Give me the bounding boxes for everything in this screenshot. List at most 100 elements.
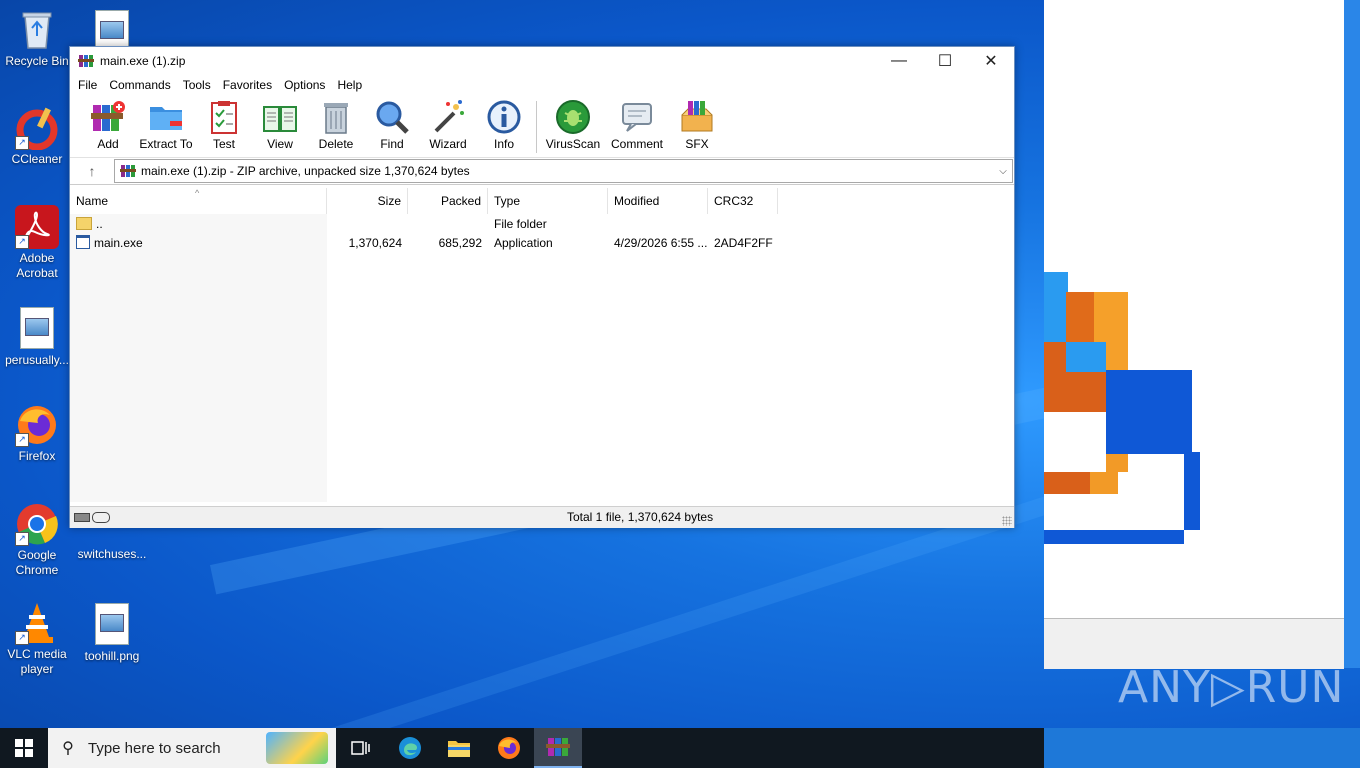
- file-name: ..: [96, 217, 103, 231]
- toolbar-label: Comment: [610, 137, 663, 151]
- view-book-icon: [262, 99, 298, 135]
- column-header-name[interactable]: Name ^: [70, 188, 327, 214]
- shortcut-arrow-icon: ↗: [15, 532, 29, 546]
- address-field[interactable]: main.exe (1).zip - ZIP archive, unpacked…: [114, 159, 1013, 183]
- sfx-button[interactable]: SFX: [669, 95, 725, 151]
- column-header-size[interactable]: Size: [327, 188, 408, 214]
- comment-icon: [619, 99, 655, 135]
- shortcut-arrow-icon: ↗: [15, 136, 29, 150]
- view-button[interactable]: View: [252, 95, 308, 151]
- desktop-icon-google-chrome[interactable]: ↗ Google Chrome: [0, 502, 74, 578]
- resize-grip[interactable]: [1002, 516, 1012, 526]
- file-list[interactable]: Name ^ Size Packed Type Modified CRC32 .…: [70, 188, 1014, 502]
- toolbar-separator: [536, 101, 537, 153]
- shortcut-arrow-icon: ↗: [15, 631, 29, 645]
- firefox-icon: [498, 737, 520, 759]
- chevron-down-icon[interactable]: ⌵: [994, 166, 1012, 177]
- toolbar-label: Extract To: [139, 137, 193, 151]
- folder-icon: [448, 741, 470, 757]
- column-header-packed[interactable]: Packed: [408, 188, 488, 214]
- maximize-button[interactable]: ☐: [922, 47, 968, 75]
- test-button[interactable]: Test: [196, 95, 252, 151]
- toolbar-label: Delete: [318, 137, 354, 151]
- taskbar-winrar[interactable]: [534, 728, 582, 768]
- taskbar-firefox[interactable]: [485, 728, 533, 768]
- column-header-crc32[interactable]: CRC32: [708, 188, 778, 214]
- toolbar: Add Extract To Test View Delete Find Wiz…: [70, 95, 1014, 158]
- extract-to-button[interactable]: Extract To: [136, 95, 196, 151]
- search-box[interactable]: ⚲ Type here to search: [48, 728, 336, 768]
- table-row[interactable]: main.exe 1,370,624 685,292 Application 4…: [70, 234, 1014, 253]
- menu-file[interactable]: File: [72, 78, 103, 92]
- info-button[interactable]: Info: [476, 95, 532, 151]
- winrar-app-icon: [78, 53, 94, 69]
- menu-commands[interactable]: Commands: [103, 78, 176, 92]
- task-view-button[interactable]: [336, 728, 384, 768]
- menu-favorites[interactable]: Favorites: [217, 78, 278, 92]
- close-button[interactable]: ✕: [968, 47, 1014, 75]
- desktop-icon-label: Adobe Acrobat: [16, 251, 58, 280]
- taskbar-file-explorer[interactable]: [435, 728, 483, 768]
- table-row[interactable]: .. File folder: [70, 215, 1014, 234]
- menu-options[interactable]: Options: [278, 78, 331, 92]
- test-clipboard-icon: [206, 99, 242, 135]
- desktop-icon-perusually[interactable]: perusually...: [0, 305, 74, 368]
- wizard-button[interactable]: Wizard: [420, 95, 476, 151]
- menu-help[interactable]: Help: [331, 78, 368, 92]
- toolbar-label: Wizard: [429, 137, 467, 151]
- key-icon: [92, 512, 110, 523]
- start-button[interactable]: [0, 728, 48, 768]
- up-arrow-icon[interactable]: ↑: [70, 163, 114, 179]
- virusscan-button[interactable]: VirusScan: [541, 95, 605, 151]
- shortcut-arrow-icon: ↗: [15, 235, 29, 249]
- window-title: main.exe (1).zip: [100, 54, 186, 68]
- desktop-icon-firefox[interactable]: ↗ Firefox: [0, 403, 74, 464]
- desktop-icon-ccleaner[interactable]: ↗ CCleaner: [0, 106, 74, 167]
- name-column-background: [70, 214, 327, 502]
- desktop-icon-adobe-acrobat[interactable]: ↗ Adobe Acrobat: [0, 205, 74, 281]
- desktop-icon-toohill[interactable]: toohill.png: [75, 601, 149, 664]
- menu-tools[interactable]: Tools: [177, 78, 217, 92]
- magnifier-icon: [374, 99, 410, 135]
- search-icon: ⚲: [62, 740, 74, 757]
- desktop-icon-recycle-bin[interactable]: Recycle Bin: [0, 8, 74, 69]
- desktop-icon-label: switchuses...: [77, 547, 147, 561]
- desktop-icon-vlc[interactable]: ↗ VLC media player: [0, 601, 74, 677]
- winrar-archive-icon: [120, 163, 136, 179]
- windows-logo-icon: [15, 739, 33, 757]
- info-icon: [486, 99, 522, 135]
- minimize-button[interactable]: —: [876, 47, 922, 75]
- vlc-icon: ↗: [15, 601, 59, 645]
- find-button[interactable]: Find: [364, 95, 420, 151]
- extract-folder-icon: [148, 99, 184, 135]
- address-text: main.exe (1).zip - ZIP archive, unpacked…: [141, 164, 470, 178]
- search-placeholder: Type here to search: [88, 739, 221, 757]
- add-button[interactable]: Add: [80, 95, 136, 151]
- desktop-icon-label: perusually...: [5, 353, 69, 367]
- desktop-icon-label: Google Chrome: [15, 548, 59, 577]
- title-bar[interactable]: main.exe (1).zip — ☐ ✕: [70, 47, 1014, 75]
- winrar-icon: [546, 738, 570, 756]
- delete-button[interactable]: Delete: [308, 95, 364, 151]
- edge-icon: [399, 737, 421, 759]
- sort-arrow-icon: ^: [195, 188, 200, 198]
- column-header-row: Name ^ Size Packed Type Modified CRC32: [70, 188, 1014, 214]
- comment-button[interactable]: Comment: [605, 95, 669, 151]
- chrome-icon: ↗: [15, 502, 59, 546]
- menu-bar: File Commands Tools Favorites Options He…: [70, 75, 1014, 95]
- ccleaner-icon: ↗: [15, 106, 59, 151]
- background-window-edge: [1344, 0, 1360, 668]
- sfx-box-icon: [679, 99, 715, 135]
- image-file-icon: [90, 603, 134, 647]
- desktop-icon-label: Firefox: [18, 449, 56, 463]
- file-packed: [408, 215, 488, 234]
- firefox-icon: ↗: [15, 403, 59, 447]
- taskbar-edge[interactable]: [386, 728, 434, 768]
- magic-wand-icon: [430, 99, 466, 135]
- winrar-window[interactable]: main.exe (1).zip — ☐ ✕ File Commands Too…: [69, 46, 1015, 528]
- column-header-type[interactable]: Type: [488, 188, 608, 214]
- file-size: [327, 215, 408, 234]
- address-bar: ↑ main.exe (1).zip - ZIP archive, unpack…: [70, 158, 1014, 185]
- add-archive-icon: [90, 99, 126, 135]
- column-header-modified[interactable]: Modified: [608, 188, 708, 214]
